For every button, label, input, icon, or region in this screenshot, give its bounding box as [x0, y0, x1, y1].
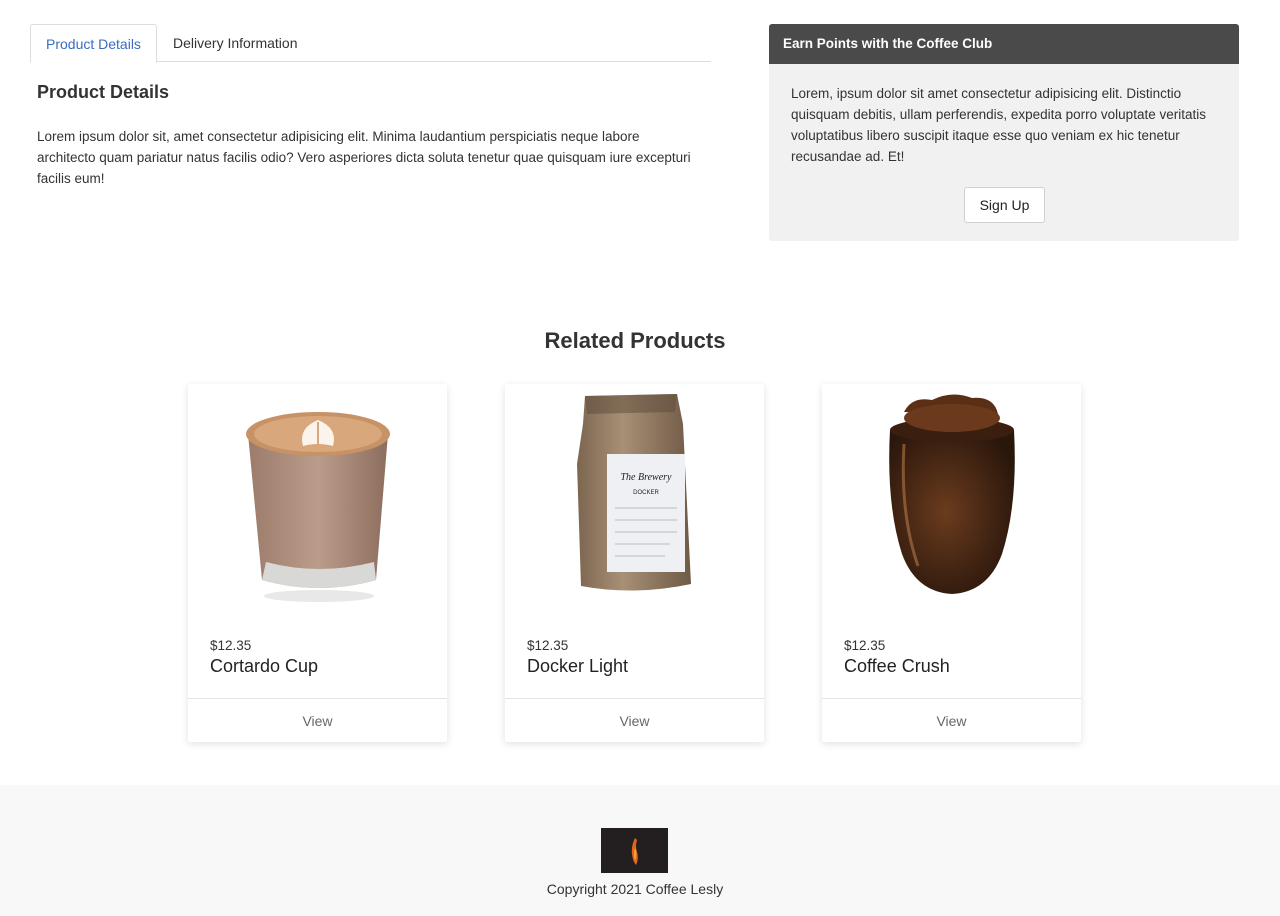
product-name: Coffee Crush — [844, 656, 950, 676]
product-price: $12.35 — [527, 638, 569, 653]
flame-logo-icon — [601, 828, 668, 873]
coffee-bag-image: The Brewery DOCKER — [577, 394, 691, 591]
view-button[interactable]: View — [822, 698, 1081, 742]
coffee-club-text: Lorem, ipsum dolor sit amet consectetur … — [791, 86, 1206, 164]
product-card: The Brewery DOCKER $12.35 Docker Light V… — [505, 384, 764, 742]
coffee-beans-glass-image — [889, 394, 1015, 594]
tab-product-details[interactable]: Product Details — [30, 24, 157, 63]
related-products-heading: Related Products — [544, 328, 726, 353]
product-details-text: Lorem ipsum dolor sit, amet consectetur … — [37, 129, 691, 186]
product-details-heading: Product Details — [37, 82, 170, 102]
svg-text:The Brewery: The Brewery — [620, 472, 672, 483]
tab-delivery-information[interactable]: Delivery Information — [158, 24, 313, 62]
product-tabs: Product Details Delivery Information — [30, 24, 711, 63]
product-price: $12.35 — [210, 638, 252, 653]
latte-glass-image — [246, 412, 390, 602]
coffee-club-heading: Earn Points with the Coffee Club — [769, 24, 1239, 64]
svg-text:DOCKER: DOCKER — [633, 490, 659, 496]
view-button[interactable]: View — [188, 698, 447, 742]
copyright-text: Copyright 2021 Coffee Lesly — [546, 881, 724, 897]
sign-up-button[interactable]: Sign Up — [964, 187, 1045, 223]
coffee-club-panel: Earn Points with the Coffee Club Lorem, … — [769, 24, 1239, 241]
view-button[interactable]: View — [505, 698, 764, 742]
product-price: $12.35 — [844, 638, 886, 653]
product-name: Docker Light — [527, 656, 629, 676]
product-card: $12.35 Cortardo Cup View — [188, 384, 447, 742]
footer: Copyright 2021 Coffee Lesly — [0, 785, 1280, 916]
product-name: Cortardo Cup — [210, 656, 319, 676]
product-card: $12.35 Coffee Crush View — [822, 384, 1081, 742]
